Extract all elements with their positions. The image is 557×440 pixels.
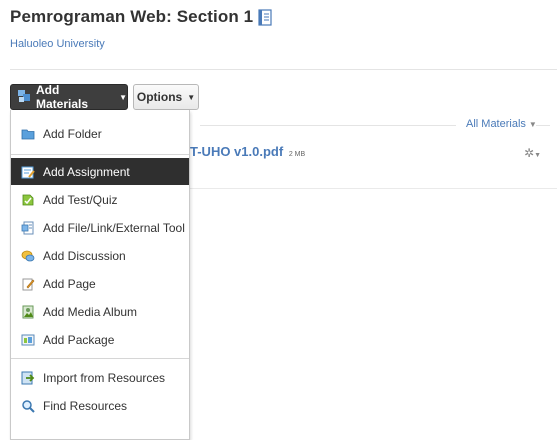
menu-item-label: Add File/Link/External Tool (43, 220, 185, 235)
menu-item-add-file-link[interactable]: Add File/Link/External Tool (11, 214, 189, 241)
divider (190, 188, 557, 189)
menu-item-label: Add Page (43, 276, 96, 291)
options-button[interactable]: Options ▼ (133, 84, 199, 110)
test-quiz-icon (21, 193, 35, 207)
menu-item-add-page[interactable]: Add Page (11, 270, 189, 297)
page-icon (21, 277, 35, 291)
menu-item-label: Add Assignment (43, 164, 130, 179)
chevron-down-icon: ▼ (119, 92, 127, 102)
menu-item-add-package[interactable]: Add Package (11, 326, 189, 353)
menu-separator (11, 358, 189, 359)
menu-item-add-discussion[interactable]: Add Discussion (11, 242, 189, 269)
page-header: Pemrograman Web: Section 1 (10, 4, 272, 30)
add-materials-label: Add Materials (36, 83, 89, 111)
all-materials-filter[interactable]: All Materials ▼ (466, 118, 537, 130)
menu-item-label: Add Folder (43, 126, 102, 141)
divider (10, 69, 557, 70)
menu-item-label: Add Package (43, 332, 115, 347)
folder-icon (21, 127, 35, 141)
menu-item-add-media-album[interactable]: Add Media Album (11, 298, 189, 325)
file-name-link[interactable]: T-UHO v1.0.pdf (190, 144, 283, 159)
discussion-icon (21, 249, 35, 263)
file-link-icon (21, 221, 35, 235)
all-materials-label: All Materials (466, 118, 526, 130)
chevron-down-icon: ▼ (187, 92, 196, 102)
menu-item-label: Import from Resources (43, 370, 166, 385)
file-size: 2 MB (288, 151, 306, 158)
add-materials-icon (17, 89, 31, 106)
add-materials-menu: Add Folder Add Assignment Add Test/Quiz … (10, 110, 190, 440)
divider (200, 125, 456, 126)
menu-item-add-test-quiz[interactable]: Add Test/Quiz (11, 186, 189, 213)
find-icon (21, 399, 35, 413)
add-materials-button[interactable]: Add Materials ▼ (10, 83, 128, 111)
assignment-icon (21, 165, 35, 179)
gear-icon[interactable]: ✲▼ (524, 146, 541, 160)
menu-item-label: Add Discussion (43, 248, 126, 263)
package-icon (21, 333, 35, 347)
divider (536, 125, 550, 126)
menu-item-add-folder[interactable]: Add Folder (11, 120, 189, 147)
import-icon (21, 371, 35, 385)
options-label: Options (136, 90, 183, 104)
menu-item-label: Add Test/Quiz (43, 192, 118, 207)
page-title: Pemrograman Web: Section 1 (10, 7, 254, 26)
menu-item-label: Find Resources (43, 398, 128, 413)
menu-item-import-from-resources[interactable]: Import from Resources (11, 364, 189, 391)
menu-item-find-resources[interactable]: Find Resources (11, 392, 189, 419)
media-album-icon (21, 305, 35, 319)
menu-separator (11, 154, 189, 155)
notebook-icon[interactable] (258, 8, 272, 26)
school-link[interactable]: Haluoleo University (10, 38, 105, 50)
menu-item-add-assignment[interactable]: Add Assignment (11, 158, 189, 185)
material-item[interactable]: T-UHO v1.0.pdf 2 MB (190, 144, 305, 159)
menu-item-label: Add Media Album (43, 304, 138, 319)
